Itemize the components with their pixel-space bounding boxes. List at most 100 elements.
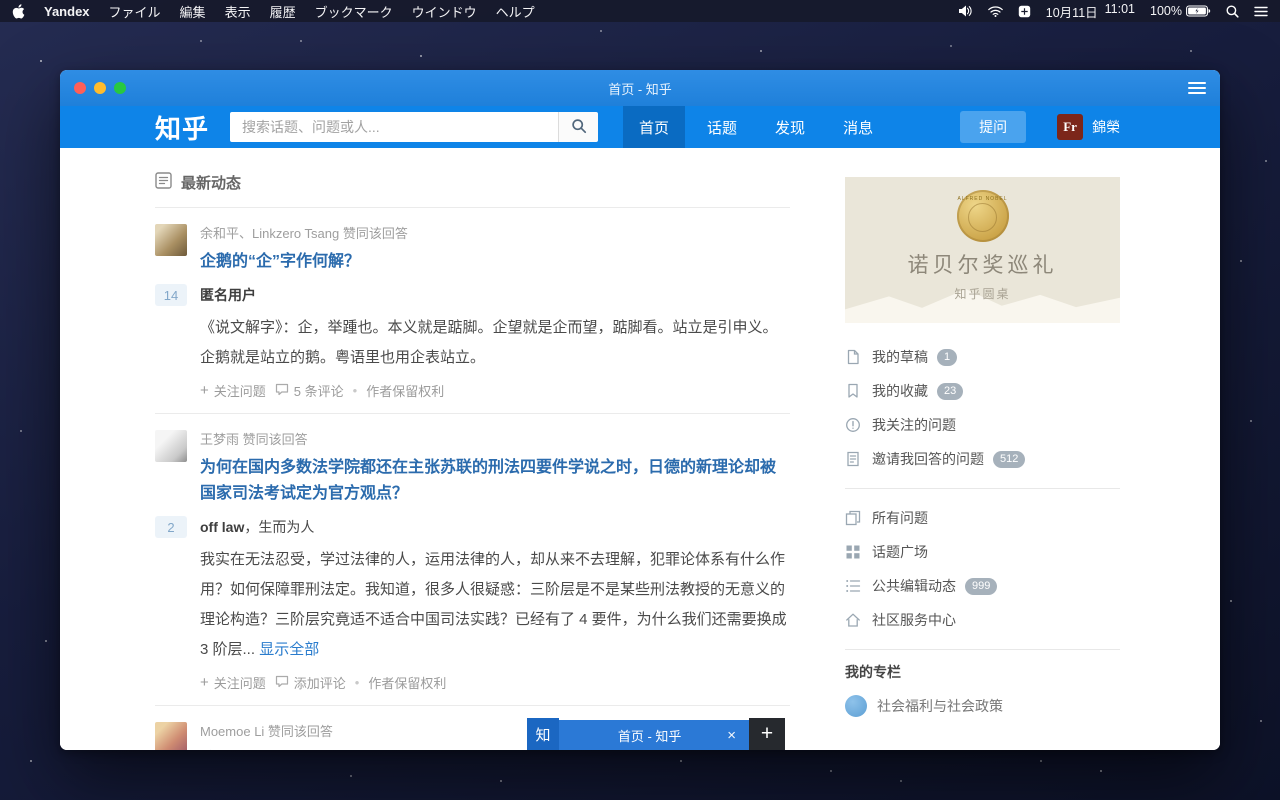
feed-item-meta: 王梦雨 赞同该回答 [200, 429, 790, 448]
user-menu[interactable]: Fr 錦榮 [1057, 114, 1120, 140]
menubar: Yandex ファイル 編集 表示 履歴 ブックマーク ウインドウ ヘルプ 10… [0, 0, 1280, 22]
sidebar-divider [845, 649, 1120, 650]
question-link[interactable]: 为何在国内多数法学院都还在主张苏联的刑法四要件学说之时，日德的新理论却被国家司法… [200, 455, 790, 507]
wifi-icon[interactable] [988, 6, 1003, 17]
add-comment-button[interactable]: 添加评论 [275, 673, 346, 692]
new-tab-button[interactable]: + [749, 718, 785, 750]
answer-excerpt: 《说文解字》：企，举踵也。本义就是踮脚。企望就是企而望，踮脚看。站立是引申义。企… [200, 313, 790, 373]
battery-icon [1186, 5, 1211, 17]
my-columns-heading: 我的专栏 [845, 662, 1120, 682]
follow-question-button[interactable]: +关注问题 [200, 673, 266, 692]
topics-grid-icon [845, 544, 861, 560]
sidebar-item-community-service[interactable]: 社区服务中心 [845, 603, 1120, 637]
browser-window: 首页 - 知乎 知乎 首页 话题 发现 消息 提问 Fr 錦榮 最新动态 [60, 70, 1220, 750]
nav-discover[interactable]: 发现 [759, 106, 821, 148]
upvoter-avatar[interactable] [155, 430, 187, 462]
sidebar-item-collections[interactable]: 我的收藏 23 [845, 374, 1120, 408]
menubar-app-name[interactable]: Yandex [44, 4, 90, 19]
menubar-menu-bookmarks[interactable]: ブックマーク [315, 2, 393, 21]
answer-author[interactable]: 匿名用户 [200, 285, 256, 305]
tab-bar: 知 首页 - 知乎 × + [527, 718, 785, 750]
comment-icon [275, 675, 289, 691]
bookmark-icon [845, 383, 861, 399]
banner-title: 诺贝尔奖巡礼 [845, 249, 1120, 279]
menubar-time: 11:01 [1105, 2, 1135, 21]
all-questions-icon [845, 510, 861, 526]
notification-center-icon[interactable] [1254, 6, 1268, 17]
nav-topics[interactable]: 话题 [691, 106, 753, 148]
tab-favicon[interactable]: 知 [527, 718, 559, 750]
menubar-menu-help[interactable]: ヘルプ [496, 2, 535, 21]
plus-icon: + [200, 383, 209, 398]
tab-home-zhihu[interactable]: 首页 - 知乎 × [559, 718, 749, 750]
sidebar-item-drafts[interactable]: 我的草稿 1 [845, 340, 1120, 374]
show-all-link[interactable]: 显示全部 [259, 641, 319, 658]
battery-percent: 100% [1150, 4, 1182, 18]
sidebar-item-all-questions[interactable]: 所有问题 [845, 501, 1120, 535]
column-item[interactable]: 社会福利与社会政策 [845, 695, 1120, 717]
plus-icon: + [200, 675, 209, 690]
feed-icon [155, 172, 172, 193]
menubar-menu-window[interactable]: ウインドウ [412, 2, 477, 21]
count-badge: 23 [937, 383, 963, 400]
search-icon [571, 118, 587, 137]
sidebar-item-topic-square[interactable]: 话题广场 [845, 535, 1120, 569]
nav-messages[interactable]: 消息 [827, 106, 889, 148]
sidebar-divider [845, 488, 1120, 489]
sidebar-item-invited-questions[interactable]: 邀请我回答的问题 512 [845, 442, 1120, 476]
browser-menu-icon[interactable] [1188, 82, 1206, 94]
author-rights-link[interactable]: 作者保留权利 [366, 381, 444, 400]
menubar-date: 10月11日 [1046, 2, 1098, 21]
menubar-menu-file[interactable]: ファイル [109, 2, 161, 21]
edit-log-icon [845, 578, 861, 594]
sidebar-item-followed-questions[interactable]: 我关注的问题 [845, 408, 1120, 442]
question-link[interactable]: 企鹅的“企”字作何解？ [200, 249, 790, 275]
menubar-clock[interactable]: 10月11日 11:01 [1046, 2, 1135, 21]
zoom-button[interactable] [114, 82, 126, 94]
battery-status[interactable]: 100% [1150, 4, 1211, 18]
volume-icon[interactable] [958, 5, 973, 17]
search-button[interactable] [558, 112, 598, 142]
home-icon [845, 612, 861, 628]
feed-item-meta: 余和平、Linkzero Tsang 赞同该回答 [200, 223, 790, 242]
search-input[interactable] [230, 112, 558, 142]
site-header: 知乎 首页 话题 发现 消息 提问 Fr 錦榮 [60, 106, 1220, 148]
sidebar-item-public-edits[interactable]: 公共编辑动态 999 [845, 569, 1120, 603]
tab-title: 首页 - 知乎 [577, 726, 722, 745]
feed-item: 王梦雨 赞同该回答 为何在国内多数法学院都还在主张苏联的刑法四要件学说之时，日德… [155, 414, 790, 706]
upvoter-avatar[interactable] [155, 224, 187, 256]
answer-author-bio: ，生而为人 [244, 517, 314, 537]
column-item-label: 社会福利与社会政策 [877, 696, 1003, 716]
menubar-menu-view[interactable]: 表示 [225, 2, 251, 21]
feed-section-header: 最新动态 [155, 172, 790, 208]
vote-count-badge[interactable]: 2 [155, 516, 187, 538]
dot-separator: • [355, 675, 360, 690]
window-titlebar[interactable]: 首页 - 知乎 [60, 70, 1220, 106]
follow-question-button[interactable]: +关注问题 [200, 381, 266, 400]
input-menu-icon[interactable] [1018, 5, 1031, 18]
column-avatar [845, 695, 867, 717]
count-badge: 512 [993, 451, 1025, 468]
vote-count-badge[interactable]: 14 [155, 284, 187, 306]
feed-item: 余和平、Linkzero Tsang 赞同该回答 企鹅的“企”字作何解？ 14 … [155, 208, 790, 414]
dot-separator: • [353, 383, 358, 398]
comments-button[interactable]: 5 条评论 [275, 381, 344, 400]
avatar[interactable]: Fr [1057, 114, 1083, 140]
tab-close-icon[interactable]: × [722, 727, 741, 744]
menubar-menu-edit[interactable]: 編集 [180, 2, 206, 21]
answer-author[interactable]: off law [200, 519, 244, 535]
sidebar-menu-community: 所有问题 话题广场 公共编辑动态 999 社区服务中心 [845, 501, 1120, 637]
upvoter-avatar[interactable] [155, 722, 187, 750]
ask-question-button[interactable]: 提问 [960, 111, 1026, 143]
menubar-menu-history[interactable]: 履歴 [270, 2, 296, 21]
zhihu-logo[interactable]: 知乎 [155, 109, 209, 146]
close-button[interactable] [74, 82, 86, 94]
minimize-button[interactable] [94, 82, 106, 94]
sidebar-menu-personal: 我的草稿 1 我的收藏 23 我关注的问题 邀请我回答的问题 512 [845, 340, 1120, 476]
feed-column: 最新动态 余和平、Linkzero Tsang 赞同该回答 企鹅的“企”字作何解… [155, 148, 790, 750]
promo-banner[interactable]: ALFRED NOBEL 诺贝尔奖巡礼 知乎圆桌 [845, 177, 1120, 323]
apple-icon[interactable] [12, 4, 25, 19]
author-rights-link[interactable]: 作者保留权利 [368, 673, 446, 692]
spotlight-icon[interactable] [1226, 5, 1239, 18]
nav-home[interactable]: 首页 [623, 106, 685, 148]
